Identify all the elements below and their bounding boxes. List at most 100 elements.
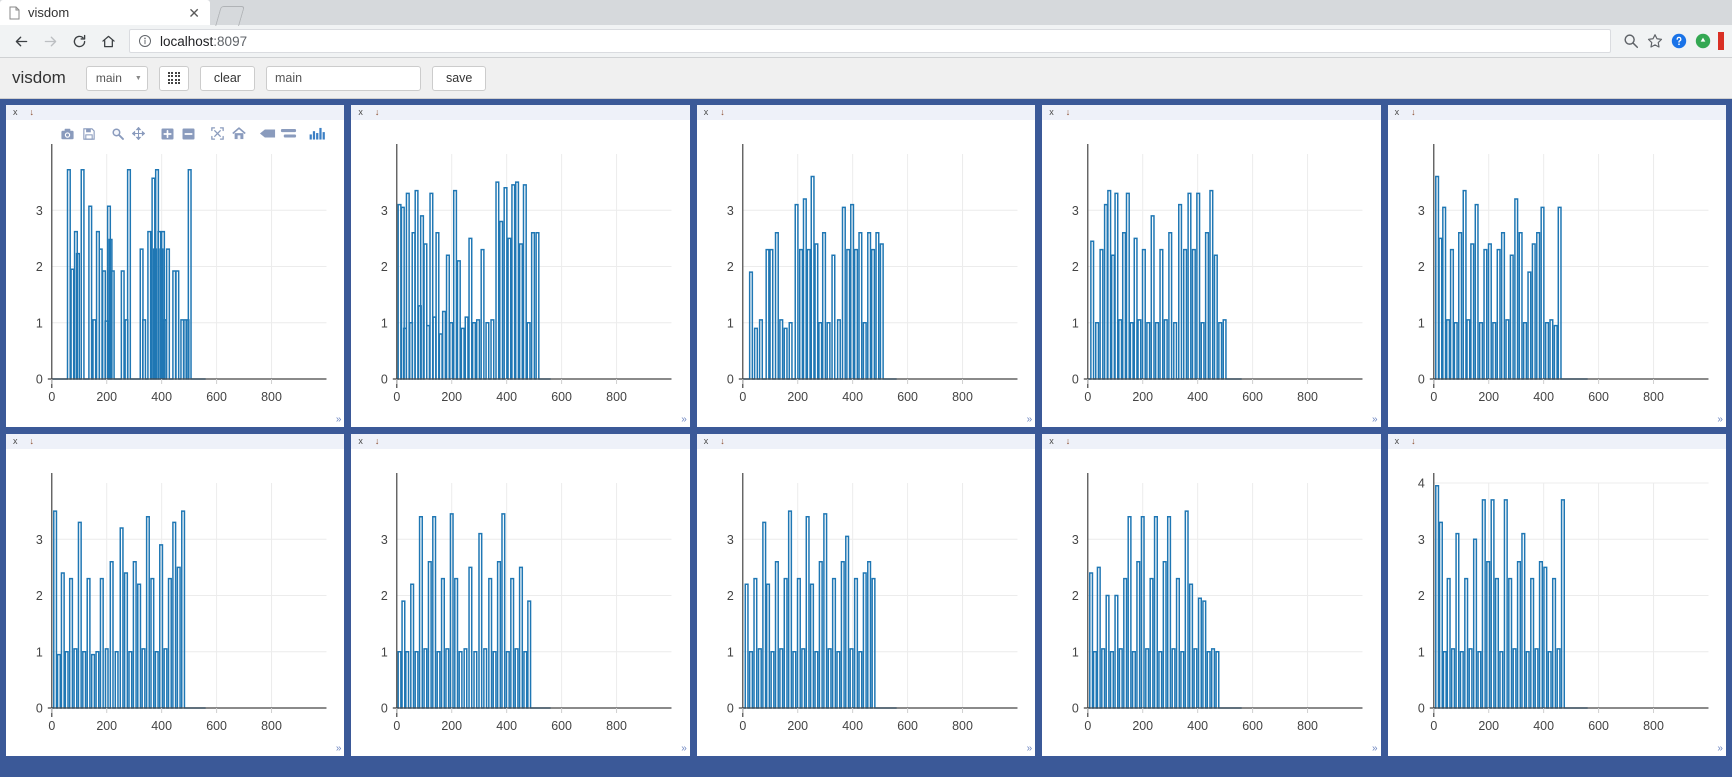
plot-canvas[interactable]: 0 1 2 3 0 200 400 600 800	[351, 120, 689, 427]
panel-download-icon[interactable]: ↓	[1066, 108, 1071, 117]
panel-resize-handle[interactable]: »	[676, 413, 689, 426]
panel-resize-handle[interactable]: »	[1021, 413, 1034, 426]
panel-close-icon[interactable]: x	[1049, 437, 1054, 446]
panel-close-icon[interactable]: x	[1395, 437, 1400, 446]
zoom-in-plus-icon[interactable]	[158, 125, 177, 142]
panel-close-icon[interactable]: x	[704, 437, 709, 446]
plot-panel[interactable]: x ↓ 0 1 2 3 0 200 400 600 800»	[6, 434, 345, 756]
panel-expand-icon[interactable]: »	[681, 744, 687, 754]
forward-arrow-icon[interactable]	[37, 28, 63, 54]
svg-text:200: 200	[442, 390, 463, 404]
plot-canvas[interactable]: 0 1 2 3 0 200 400 600 800	[6, 449, 344, 756]
menu-icon[interactable]	[1718, 32, 1724, 50]
plot-canvas[interactable]: 0 1 2 3 0 200 400 600 800	[1042, 449, 1380, 756]
plot-canvas[interactable]: 0 1 2 3 0 200 400 600 800	[1042, 120, 1380, 427]
panel-download-icon[interactable]: ↓	[30, 108, 35, 117]
plot-canvas[interactable]: 0 1 2 3 4 0 200 400 600 800	[1388, 449, 1726, 756]
panel-close-icon[interactable]: x	[1049, 108, 1054, 117]
panel-expand-icon[interactable]: »	[681, 415, 687, 425]
browser-tab[interactable]: visdom ✕	[0, 0, 210, 25]
zoom-magnifier-icon[interactable]	[108, 125, 127, 142]
svg-text:200: 200	[1133, 390, 1154, 404]
panel-close-icon[interactable]: x	[358, 437, 363, 446]
plot-canvas[interactable]: 0 1 2 3 0 200 400 600 800	[697, 449, 1035, 756]
panel-resize-handle[interactable]: »	[1021, 742, 1034, 755]
panel-resize-handle[interactable]: »	[1367, 413, 1380, 426]
address-bar[interactable]: localhost:8097	[129, 29, 1611, 53]
help-circle-icon[interactable]	[1670, 32, 1688, 50]
panel-expand-icon[interactable]: »	[1027, 415, 1033, 425]
panel-resize-handle[interactable]: »	[330, 742, 343, 755]
environment-select[interactable]: main ▼	[85, 65, 148, 91]
environment-name-input[interactable]	[265, 65, 421, 91]
panel-download-icon[interactable]: ↓	[720, 108, 725, 117]
panel-close-icon[interactable]: x	[704, 108, 709, 117]
panel-close-icon[interactable]: x	[13, 108, 18, 117]
home-icon[interactable]	[95, 28, 121, 54]
panel-resize-handle[interactable]: »	[1367, 742, 1380, 755]
plotly-logo-icon[interactable]	[308, 125, 327, 142]
back-arrow-icon[interactable]	[8, 28, 34, 54]
panel-expand-icon[interactable]: »	[336, 744, 342, 754]
plot-panel[interactable]: x ↓ 0 1 2 3 0 200 400 600 800»	[696, 434, 1036, 756]
grid-dots-icon	[167, 71, 181, 85]
panel-download-icon[interactable]: ↓	[375, 437, 380, 446]
panel-resize-handle[interactable]: »	[1712, 742, 1725, 755]
plot-panel[interactable]: x ↓ 0 1 2 3 0 200 400 600 800»	[351, 105, 690, 427]
plot-panel[interactable]: x ↓ 0 1 2 3 4 0 200 400 600 800»	[1387, 434, 1726, 756]
bookmark-star-icon[interactable]	[1646, 32, 1664, 50]
save-button[interactable]: save	[431, 65, 487, 91]
clear-button[interactable]: clear	[199, 65, 255, 91]
pan-move-icon[interactable]	[129, 125, 148, 142]
panel-expand-icon[interactable]: »	[1717, 744, 1723, 754]
plot-panel[interactable]: x ↓ 0 1 2 3 0 200 400 600 800»	[1042, 434, 1381, 756]
plot-canvas[interactable]: 0 1 2 3 0 200 400 600 800	[1388, 120, 1726, 427]
spike-lines-icon[interactable]	[258, 125, 277, 142]
panel-download-icon[interactable]: ↓	[720, 437, 725, 446]
plot-canvas[interactable]: 0 1 2 3 0 200 400 600 800	[697, 120, 1035, 427]
svg-text:0: 0	[727, 701, 734, 715]
zoom-out-minus-icon[interactable]	[179, 125, 198, 142]
close-icon[interactable]: ✕	[186, 6, 202, 20]
panel-resize-handle[interactable]: »	[1712, 413, 1725, 426]
svg-text:400: 400	[842, 719, 863, 733]
svg-text:400: 400	[497, 719, 518, 733]
panel-close-icon[interactable]: x	[358, 108, 363, 117]
panel-expand-icon[interactable]: »	[336, 415, 342, 425]
panel-download-icon[interactable]: ↓	[30, 437, 35, 446]
plot-panel[interactable]: x ↓ 0 1 2 3 0 200 400 600 800»	[6, 105, 345, 427]
extension-icon[interactable]	[1694, 32, 1712, 50]
plot-panel[interactable]: x ↓ 0 1 2 3 0 200 400 600 800»	[1042, 105, 1381, 427]
hover-compare-icon[interactable]	[279, 125, 298, 142]
camera-icon[interactable]	[58, 125, 77, 142]
plot-panel[interactable]: x ↓ 0 1 2 3 0 200 400 600 800»	[696, 105, 1036, 427]
panel-close-icon[interactable]: x	[1395, 108, 1400, 117]
panel-resize-handle[interactable]: »	[330, 413, 343, 426]
home-reset-icon[interactable]	[229, 125, 248, 142]
svg-text:1: 1	[1072, 316, 1079, 330]
panel-download-icon[interactable]: ↓	[375, 108, 380, 117]
svg-text:800: 800	[1643, 390, 1664, 404]
plot-panel[interactable]: x ↓ 0 1 2 3 0 200 400 600 800»	[351, 434, 690, 756]
panel-download-icon[interactable]: ↓	[1066, 437, 1071, 446]
panel-expand-icon[interactable]: »	[1717, 415, 1723, 425]
autoscale-icon[interactable]	[208, 125, 227, 142]
panel-expand-icon[interactable]: »	[1372, 415, 1378, 425]
reload-icon[interactable]	[66, 28, 92, 54]
panel-download-icon[interactable]: ↓	[1411, 108, 1416, 117]
plot-panel[interactable]: x ↓ 0 1 2 3 0 200 400 600 800»	[1387, 105, 1726, 427]
plot-canvas[interactable]: 0 1 2 3 0 200 400 600 800	[351, 449, 689, 756]
info-circle-icon[interactable]	[138, 34, 152, 48]
panel-expand-icon[interactable]: »	[1372, 744, 1378, 754]
panel-resize-handle[interactable]: »	[676, 742, 689, 755]
zoom-search-icon[interactable]	[1622, 32, 1640, 50]
disk-save-icon[interactable]	[79, 125, 98, 142]
panel-close-icon[interactable]: x	[13, 437, 18, 446]
new-tab-button[interactable]	[214, 6, 244, 25]
layout-grid-button[interactable]	[158, 65, 189, 91]
panel-download-icon[interactable]: ↓	[1411, 437, 1416, 446]
svg-text:200: 200	[1478, 719, 1499, 733]
panel-expand-icon[interactable]: »	[1027, 744, 1033, 754]
svg-text:400: 400	[1187, 719, 1208, 733]
plot-canvas[interactable]: 0 1 2 3 0 200 400 600 800	[6, 120, 344, 427]
